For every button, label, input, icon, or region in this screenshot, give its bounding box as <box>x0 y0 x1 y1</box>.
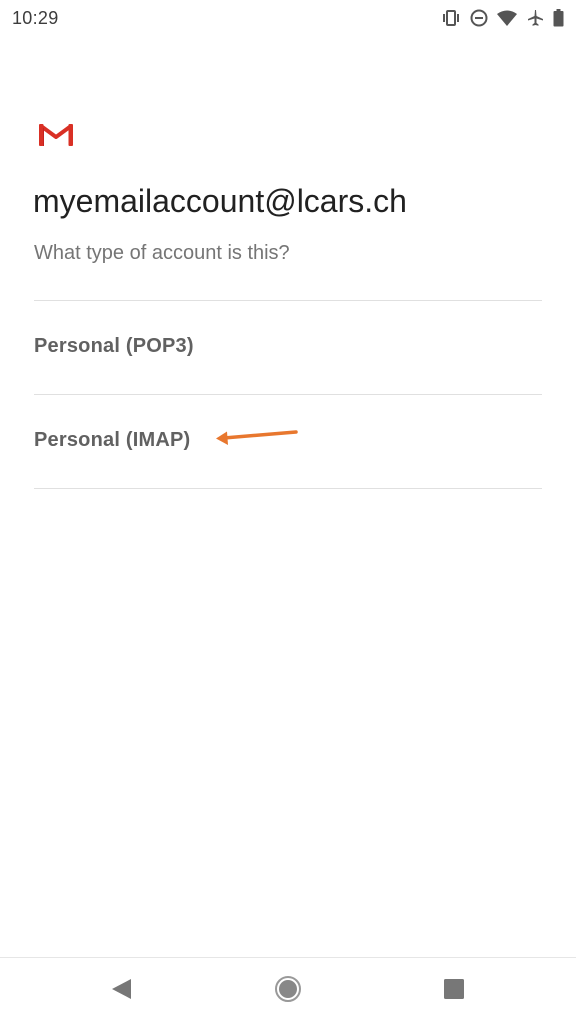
account-type-question: What type of account is this? <box>34 242 290 264</box>
back-button[interactable] <box>106 976 136 1006</box>
vibrate-icon <box>441 10 461 26</box>
screen: 10:29 myemailaccount@lcars.ch What type … <box>0 0 576 1024</box>
do-not-disturb-icon <box>470 9 488 27</box>
airplane-mode-icon <box>526 9 544 27</box>
option-label: Personal (POP3) <box>34 335 194 357</box>
recents-button[interactable] <box>439 976 469 1006</box>
annotation-arrow-icon <box>210 424 300 448</box>
option-personal-pop3[interactable]: Personal (POP3) <box>34 300 542 393</box>
account-email: myemailaccount@lcars.ch <box>33 183 407 219</box>
recents-icon <box>442 977 466 1006</box>
divider <box>34 488 542 489</box>
status-icons <box>441 7 564 29</box>
option-label: Personal (IMAP) <box>34 429 191 451</box>
battery-icon <box>553 9 564 27</box>
status-bar: 10:29 <box>0 0 576 36</box>
gmail-logo <box>39 123 73 147</box>
home-icon <box>274 975 302 1008</box>
back-icon <box>109 977 133 1006</box>
navigation-bar <box>0 957 576 1024</box>
wifi-icon <box>497 10 517 26</box>
status-time: 10:29 <box>12 8 59 28</box>
home-button[interactable] <box>273 975 303 1008</box>
